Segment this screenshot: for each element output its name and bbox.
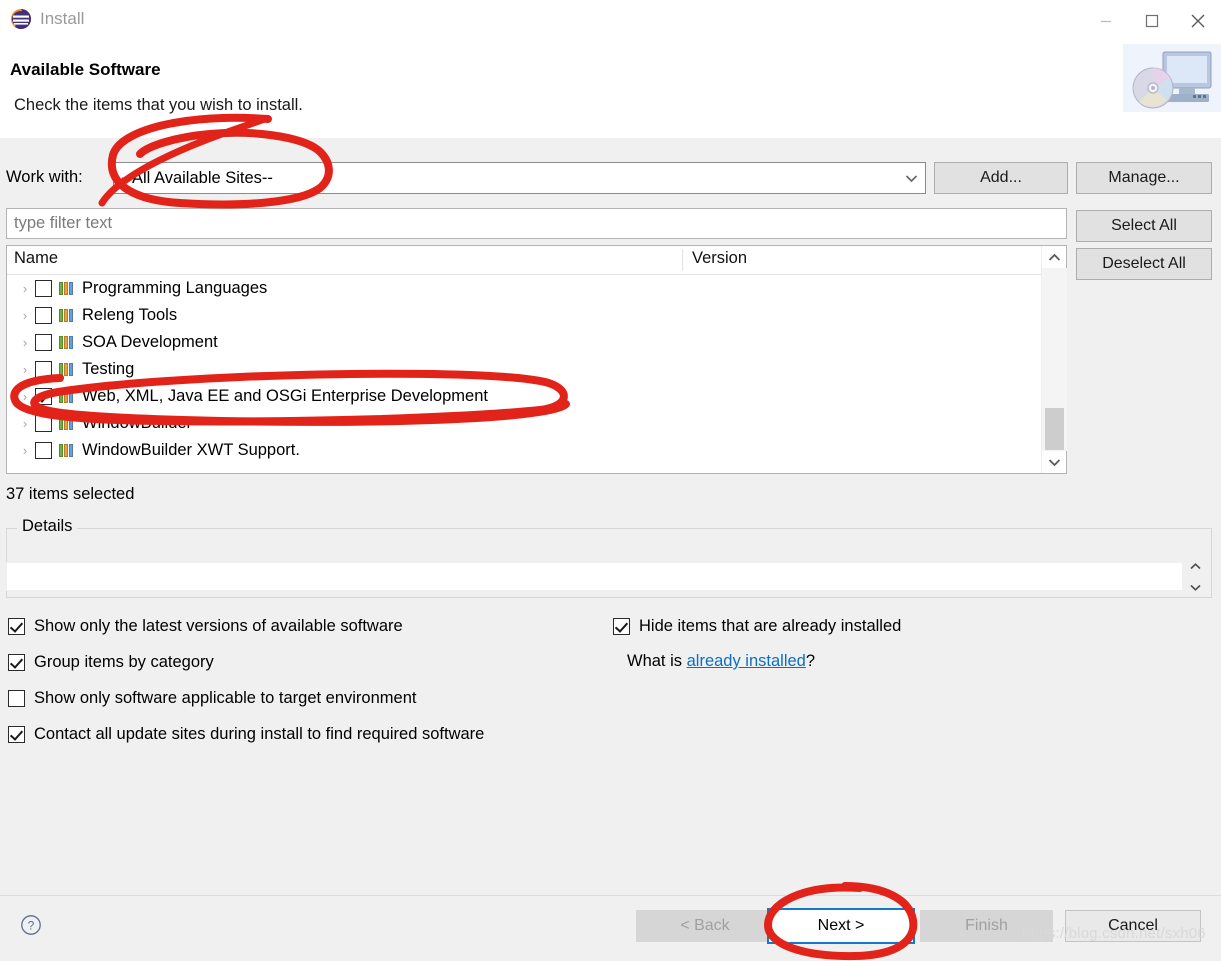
what-is-suffix: ? [805,652,816,670]
manage-button[interactable]: Manage... [1076,162,1212,194]
tree-row-label: WindowBuilder XWT Support. [82,441,300,459]
tree-row-checkbox[interactable] [35,307,52,324]
tree-row-label: WindowBuilder [82,414,193,432]
tree-row[interactable]: › Releng Tools [7,302,1066,329]
tree-row-label: Releng Tools [82,306,178,324]
checkbox-target-environment[interactable]: Show only software applicable to target … [8,689,416,708]
category-icon [59,390,75,403]
tree-row-checkbox[interactable] [35,442,52,459]
window-controls [1083,0,1221,42]
work-with-value: --All Available Sites-- [121,168,273,187]
install-dialog: Install Available Software Check the ite… [0,0,1221,961]
page-subtitle: Check the items that you wish to install… [14,96,303,114]
chevron-right-icon[interactable]: › [15,416,35,431]
chevron-right-icon[interactable]: › [15,308,35,323]
checkbox-hide-installed[interactable]: Hide items that are already installed [613,617,901,636]
work-with-combo[interactable]: --All Available Sites-- [113,162,926,194]
chevron-right-icon[interactable]: › [15,281,35,296]
tree-row-label: SOA Development [82,333,218,351]
checkbox-label: Show only software applicable to target … [34,689,417,707]
finish-button[interactable]: Finish [920,910,1053,942]
tree-row-list: › Programming Languages › Releng Tools › SOA … [7,275,1066,464]
chevron-right-icon[interactable]: › [15,335,35,350]
category-icon [59,363,75,376]
details-spinner[interactable] [1187,562,1203,591]
chevron-right-icon[interactable]: › [15,389,35,404]
tree-row-label: Testing [82,360,135,378]
checkbox-box[interactable] [8,618,25,635]
dialog-header: Available Software Check the items that … [0,42,1221,138]
what-is-prefix: What is [627,652,687,670]
deselect-all-button[interactable]: Deselect All [1076,248,1212,280]
chevron-right-icon[interactable]: › [15,362,35,377]
checkbox-label: Contact all update sites during install … [34,725,485,743]
category-icon [59,309,75,322]
checkbox-box[interactable] [613,618,630,635]
tree-header: Name Version [7,246,1066,275]
help-question-icon[interactable]: ? [20,914,42,936]
title-bar-left: Install [10,8,84,30]
details-text [6,562,1183,591]
install-cd-monitor-icon [1123,44,1221,112]
checkbox-contact-update-sites[interactable]: Contact all update sites during install … [8,725,484,744]
minimize-button[interactable] [1083,0,1129,42]
selection-count: 37 items selected [6,485,135,503]
chevron-up-icon[interactable] [1189,557,1201,575]
category-icon [59,444,75,457]
checkbox-box[interactable] [8,726,25,743]
tree-row[interactable]: › Web, XML, Java EE and OSGi Enterprise D… [7,383,1066,410]
close-button[interactable] [1175,0,1221,42]
tree-row[interactable]: › WindowBuilder XWT Support. [7,437,1066,464]
svg-text:?: ? [28,919,35,933]
tree-row-checkbox[interactable] [35,415,52,432]
chevron-down-icon[interactable] [1189,578,1201,596]
category-icon [59,282,75,295]
chevron-right-icon[interactable]: › [15,443,35,458]
tree-scrollbar[interactable] [1041,246,1067,473]
add-button[interactable]: Add... [934,162,1068,194]
category-icon [59,417,75,430]
tree-row[interactable]: › Programming Languages [7,275,1066,302]
select-all-button[interactable]: Select All [1076,210,1212,242]
what-is-already-installed: What is already installed? [627,652,815,671]
filter-placeholder: type filter text [14,214,113,232]
filter-input[interactable]: type filter text [6,208,1067,239]
tree-row[interactable]: › SOA Development [7,329,1066,356]
checkbox-label: Group items by category [34,653,214,671]
already-installed-link[interactable]: already installed [687,652,806,670]
cancel-button[interactable]: Cancel [1065,910,1201,942]
tree-row-checkbox[interactable] [35,280,52,297]
eclipse-icon [10,8,32,30]
chevron-down-icon [897,174,925,183]
checkbox-group-by-category[interactable]: Group items by category [8,653,214,672]
maximize-button[interactable] [1129,0,1175,42]
checkbox-box[interactable] [8,690,25,707]
tree-row-label: Web, XML, Java EE and OSGi Enterprise De… [82,387,488,405]
title-bar: Install [0,0,1221,42]
window-title: Install [40,9,85,28]
checkbox-label: Hide items that are already installed [639,617,902,635]
work-with-label: Work with: [6,168,83,186]
chevron-down-icon[interactable] [1042,451,1067,473]
chevron-up-icon[interactable] [1042,246,1067,268]
next-button[interactable]: Next > [767,908,915,944]
scrollbar-track[interactable] [1042,268,1067,451]
tree-row[interactable]: › Testing [7,356,1066,383]
software-tree: Name Version › Programming Languages › Rele… [6,245,1067,474]
scrollbar-thumb[interactable] [1045,408,1064,450]
tree-row[interactable]: › WindowBuilder [7,410,1066,437]
checkbox-label: Show only the latest versions of availab… [34,617,403,635]
details-legend: Details [17,517,78,536]
back-button[interactable]: < Back [636,910,774,942]
page-title: Available Software [10,60,161,79]
tree-row-checkbox[interactable] [35,361,52,378]
column-header-name[interactable]: Name [14,249,58,268]
tree-row-checkbox[interactable] [35,388,52,405]
tree-row-checkbox[interactable] [35,334,52,351]
tree-row-label: Programming Languages [82,279,268,297]
checkbox-show-latest-versions[interactable]: Show only the latest versions of availab… [8,617,403,636]
column-header-version[interactable]: Version [682,249,747,271]
category-icon [59,336,75,349]
checkbox-box[interactable] [8,654,25,671]
